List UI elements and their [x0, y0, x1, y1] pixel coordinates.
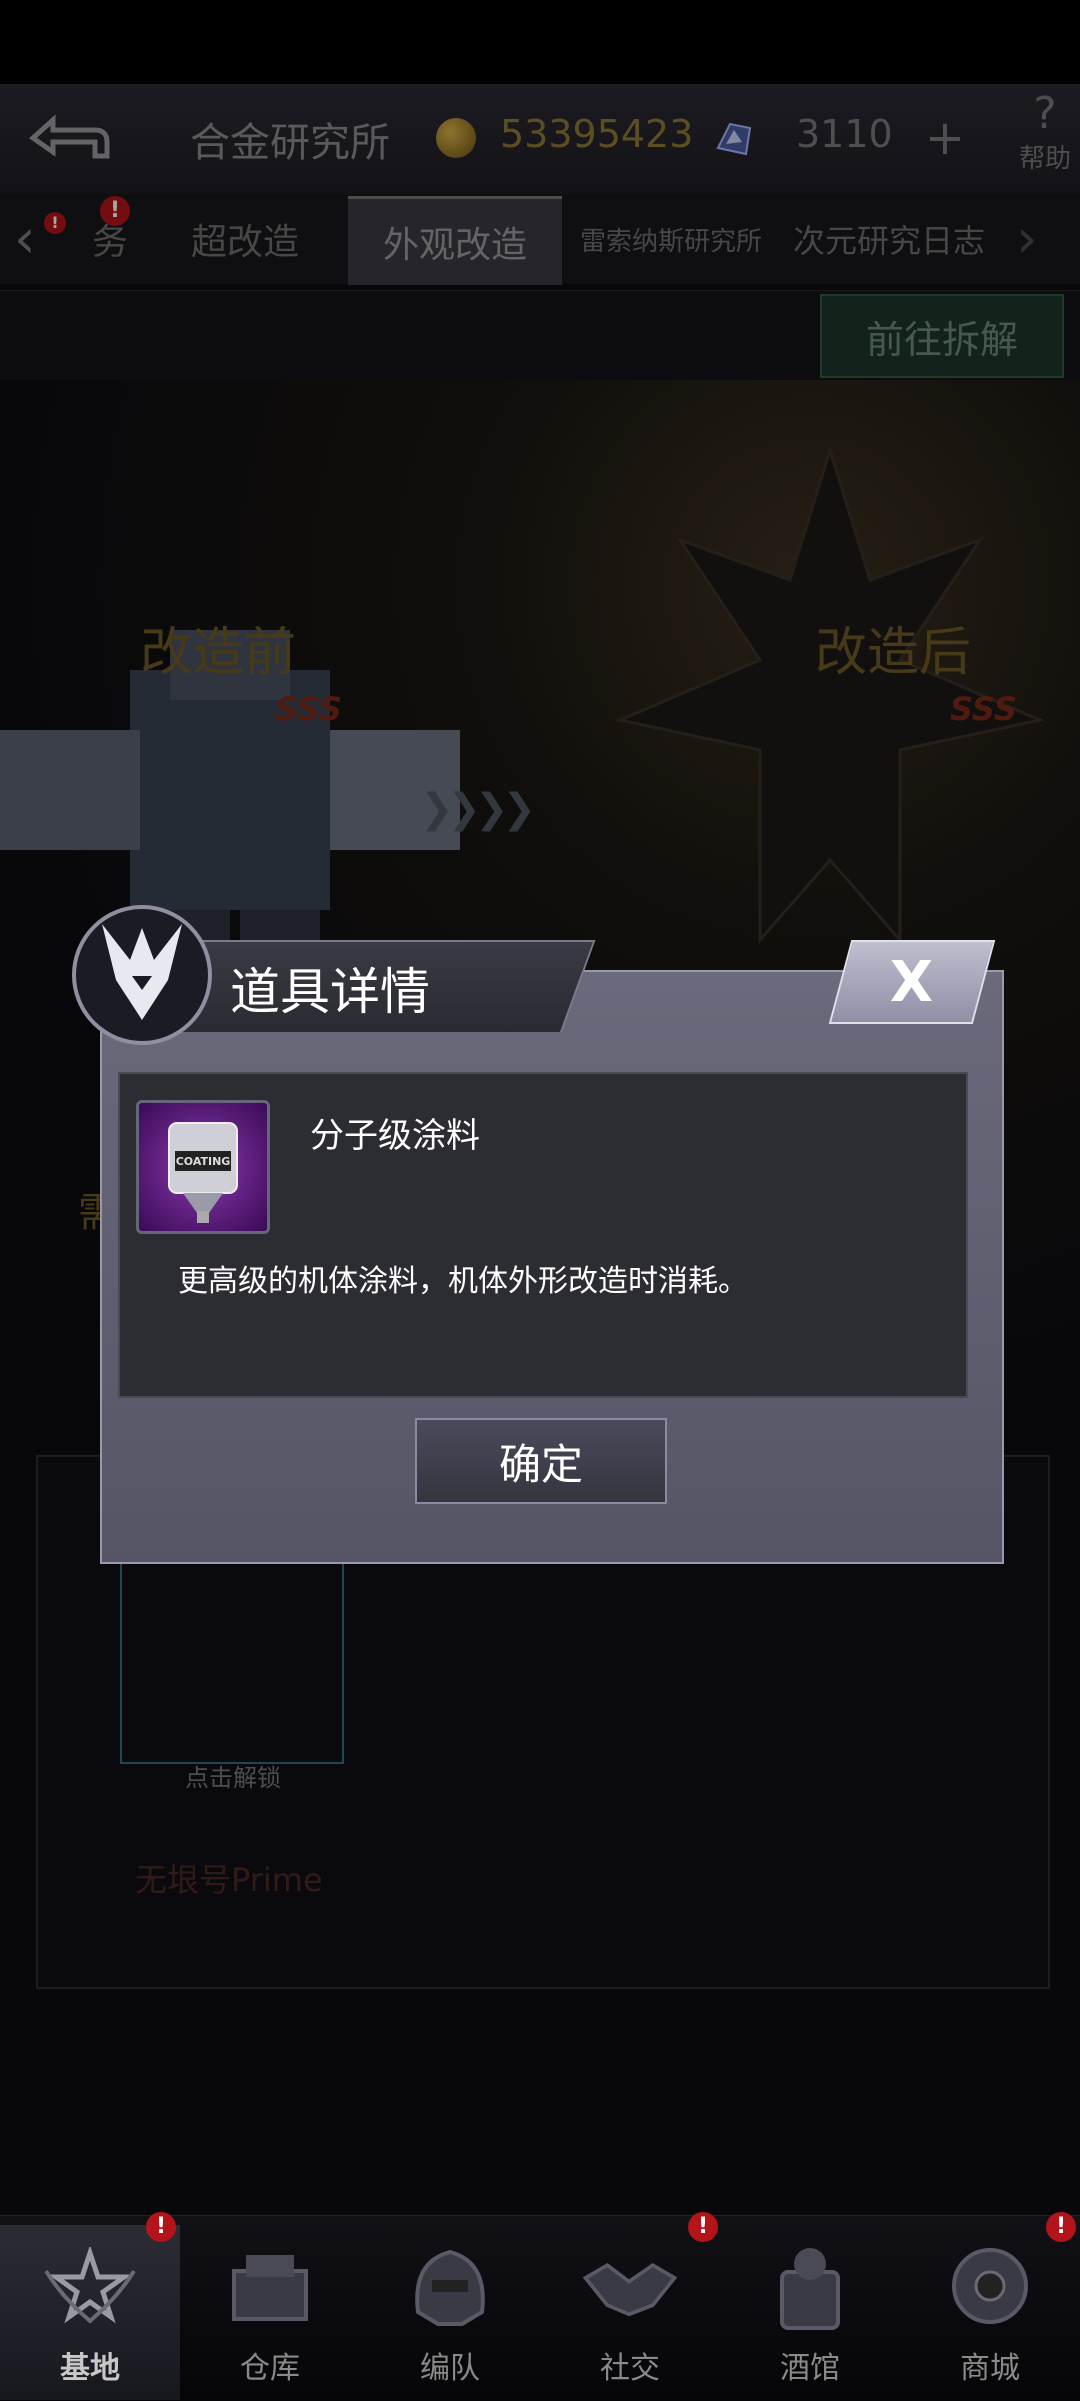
- helmet-icon: [400, 2237, 500, 2337]
- coating-label: COATING: [176, 1155, 231, 1168]
- confirm-button[interactable]: 确定: [415, 1418, 667, 1504]
- item-name: 分子级涂料: [310, 1116, 480, 1156]
- nav-tavern[interactable]: 酒馆: [720, 2225, 900, 2400]
- close-icon: X: [890, 949, 934, 1015]
- nav-social[interactable]: 社交: [540, 2225, 720, 2400]
- nav-warehouse[interactable]: 仓库: [180, 2225, 360, 2400]
- handshake-icon: [580, 2237, 680, 2337]
- nav-squad[interactable]: 编队: [360, 2225, 540, 2400]
- crate-icon: [220, 2237, 320, 2337]
- item-description: 更高级的机体涂料，机体外形改造时消耗。: [178, 1264, 748, 1299]
- coating-item-icon: COATING: [136, 1100, 270, 1234]
- nav-shop[interactable]: 商城: [900, 2225, 1080, 2400]
- nav-base[interactable]: 基地: [0, 2225, 180, 2400]
- emblem-icon: [72, 905, 212, 1045]
- nav-base-badge: !: [146, 2212, 176, 2242]
- star-badge-icon: [40, 2237, 140, 2337]
- tavern-icon: [760, 2237, 860, 2337]
- close-button[interactable]: X: [828, 940, 996, 1024]
- shop-icon: [940, 2237, 1040, 2337]
- nav-shop-badge: !: [1046, 2212, 1076, 2242]
- nav-social-badge: !: [688, 2212, 718, 2242]
- dialog-title: 道具详情: [230, 963, 430, 1021]
